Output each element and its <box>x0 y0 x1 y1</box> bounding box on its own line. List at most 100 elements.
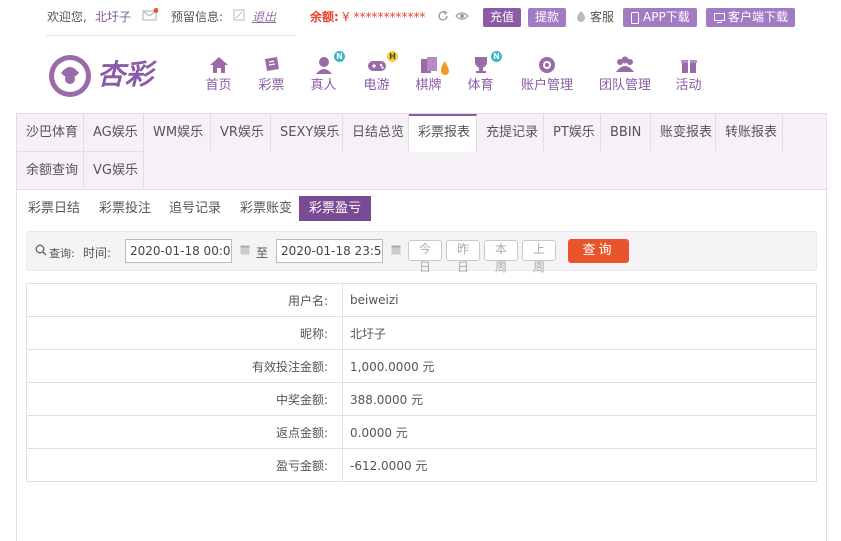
calendar-icon[interactable] <box>391 244 401 258</box>
subtab-chase-records[interactable]: 追号记录 <box>168 196 222 221</box>
nav-account[interactable]: 账户管理 <box>520 55 574 95</box>
tab-bbin[interactable]: BBIN <box>601 114 651 151</box>
nav-cards[interactable]: 棋牌 <box>415 55 449 95</box>
nav-lottery[interactable]: 彩票 <box>258 55 285 95</box>
table-row: 中奖金额: 388.0000 元 <box>26 382 817 416</box>
fire-icon <box>441 61 449 75</box>
nav-home[interactable]: 首页 <box>205 55 232 95</box>
query-label: 查询: <box>49 247 75 260</box>
recharge-button[interactable]: 充值 <box>483 8 522 27</box>
topbar-divider <box>46 35 296 36</box>
site-logo[interactable]: 杏彩 <box>47 53 162 99</box>
row-label: 盈亏金额: <box>26 448 343 482</box>
report-tabs: 沙巴体育 AG娱乐 WM娱乐 VR娱乐 SEXY娱乐 日结总览 彩票报表 充提记… <box>17 114 826 190</box>
team-icon <box>616 56 634 72</box>
customer-service-link[interactable]: 客服 <box>590 9 614 25</box>
row-value: beiweizi <box>342 283 817 317</box>
tab-transfer-report[interactable]: 转账报表 <box>716 114 783 151</box>
nav-badge: N <box>334 51 345 62</box>
table-row: 盈亏金额: -612.0000 元 <box>26 448 817 482</box>
nav-badge: H <box>387 51 398 62</box>
subtab-lottery-profit[interactable]: 彩票盈亏 <box>299 196 372 221</box>
home-icon <box>209 57 228 73</box>
table-row: 昵称: 北圩子 <box>26 316 817 350</box>
tab-deposit-withdraw[interactable]: 充提记录 <box>477 114 544 151</box>
row-value: 388.0000 元 <box>342 382 817 416</box>
top-bar: 欢迎您, 北圩子 预留信息: 退出 余额: ¥ ************ 充值 … <box>0 0 841 36</box>
username-link[interactable]: 北圩子 <box>95 9 131 25</box>
time-label: 时间: <box>83 246 112 260</box>
tab-ag[interactable]: AG娱乐 <box>84 114 144 151</box>
yesterday-button[interactable]: 昨日 <box>446 240 480 273</box>
nav-badge: N <box>491 51 502 62</box>
nav-label: 棋牌 <box>415 78 442 93</box>
tab-account-change[interactable]: 账变报表 <box>651 114 716 151</box>
nav-label: 电游 <box>363 78 390 93</box>
table-row: 返点金额: 0.0000 元 <box>26 415 817 449</box>
tab-daily-overview[interactable]: 日结总览 <box>343 114 409 151</box>
last-week-button[interactable]: 上周 <box>522 240 556 273</box>
row-label: 有效投注金额: <box>26 349 343 383</box>
trophy-icon <box>474 57 487 73</box>
nav-label: 首页 <box>205 78 232 93</box>
row-label: 昵称: <box>26 316 343 350</box>
nav-live[interactable]: N 真人 <box>310 51 345 95</box>
nav-team[interactable]: 团队管理 <box>598 55 652 95</box>
nav-egame[interactable]: H 电游 <box>363 51 398 95</box>
app-download-button[interactable]: APP下载 <box>623 8 697 27</box>
tab-vg[interactable]: VG娱乐 <box>84 151 144 188</box>
table-row: 用户名: beiweizi <box>26 283 817 317</box>
row-label: 用户名: <box>26 283 343 317</box>
filter-bar: 查询: 时间: 2020-01-18 00:00 至 2020-01-18 23… <box>26 231 817 273</box>
end-date-input[interactable]: 2020-01-18 23:59 <box>276 239 383 263</box>
report-panel: 沙巴体育 AG娱乐 WM娱乐 VR娱乐 SEXY娱乐 日结总览 彩票报表 充提记… <box>16 113 827 541</box>
gamepad-icon <box>367 61 386 71</box>
service-icon[interactable] <box>576 10 586 26</box>
tab-sexy[interactable]: SEXY娱乐 <box>271 114 343 151</box>
nav-promotions[interactable]: 活动 <box>675 55 702 95</box>
start-date-input[interactable]: 2020-01-18 00:00 <box>125 239 232 263</box>
tab-pt[interactable]: PT娱乐 <box>544 114 601 151</box>
refresh-icon[interactable] <box>437 10 449 26</box>
mail-icon[interactable] <box>142 8 159 26</box>
edit-icon[interactable] <box>233 9 245 25</box>
nav-label: 团队管理 <box>598 78 651 93</box>
row-label: 返点金额: <box>26 415 343 449</box>
withdraw-button[interactable]: 提款 <box>528 8 567 27</box>
tab-balance-query[interactable]: 余额查询 <box>17 151 84 188</box>
today-button[interactable]: 今日 <box>408 240 442 273</box>
row-value: -612.0000 元 <box>342 448 817 482</box>
subtab-lottery-changes[interactable]: 彩票账变 <box>239 196 293 221</box>
nav-label: 真人 <box>310 78 337 93</box>
live-dealer-icon <box>315 57 332 74</box>
app-download-label: APP下载 <box>643 10 690 24</box>
logo-text: 杏彩 <box>97 58 154 91</box>
subtab-lottery-daily[interactable]: 彩票日结 <box>27 196 81 221</box>
client-download-button[interactable]: 客户端下载 <box>706 8 796 27</box>
tab-shaba-sports[interactable]: 沙巴体育 <box>17 114 84 151</box>
eye-icon[interactable] <box>455 10 469 26</box>
calendar-icon[interactable] <box>240 244 250 258</box>
row-label: 中奖金额: <box>26 382 343 416</box>
this-week-button[interactable]: 本周 <box>484 240 518 273</box>
tab-vr[interactable]: VR娱乐 <box>211 114 271 151</box>
query-button[interactable]: 查询 <box>568 239 629 263</box>
logout-link[interactable]: 退出 <box>252 9 276 25</box>
nav-sports[interactable]: N 体育 <box>467 51 502 95</box>
to-label: 至 <box>256 246 269 260</box>
tab-lottery-report[interactable]: 彩票报表 <box>409 114 477 152</box>
tab-wm[interactable]: WM娱乐 <box>144 114 211 151</box>
reserved-info-label: 预留信息: <box>171 10 224 24</box>
table-row: 有效投注金额: 1,000.0000 元 <box>26 349 817 383</box>
lottery-ticket-icon <box>264 57 279 71</box>
subtab-lottery-bets[interactable]: 彩票投注 <box>98 196 152 221</box>
monitor-icon <box>714 13 725 23</box>
phone-icon <box>631 12 639 24</box>
balance-label: 余额: <box>310 10 339 24</box>
search-icon <box>35 244 47 259</box>
nav-label: 体育 <box>467 78 494 93</box>
profit-details-table: 用户名: beiweizi 昵称: 北圩子 有效投注金额: 1,000.0000… <box>26 283 817 482</box>
cards-icon <box>420 57 437 73</box>
nav-label: 活动 <box>675 78 702 93</box>
row-value: 北圩子 <box>342 316 817 350</box>
